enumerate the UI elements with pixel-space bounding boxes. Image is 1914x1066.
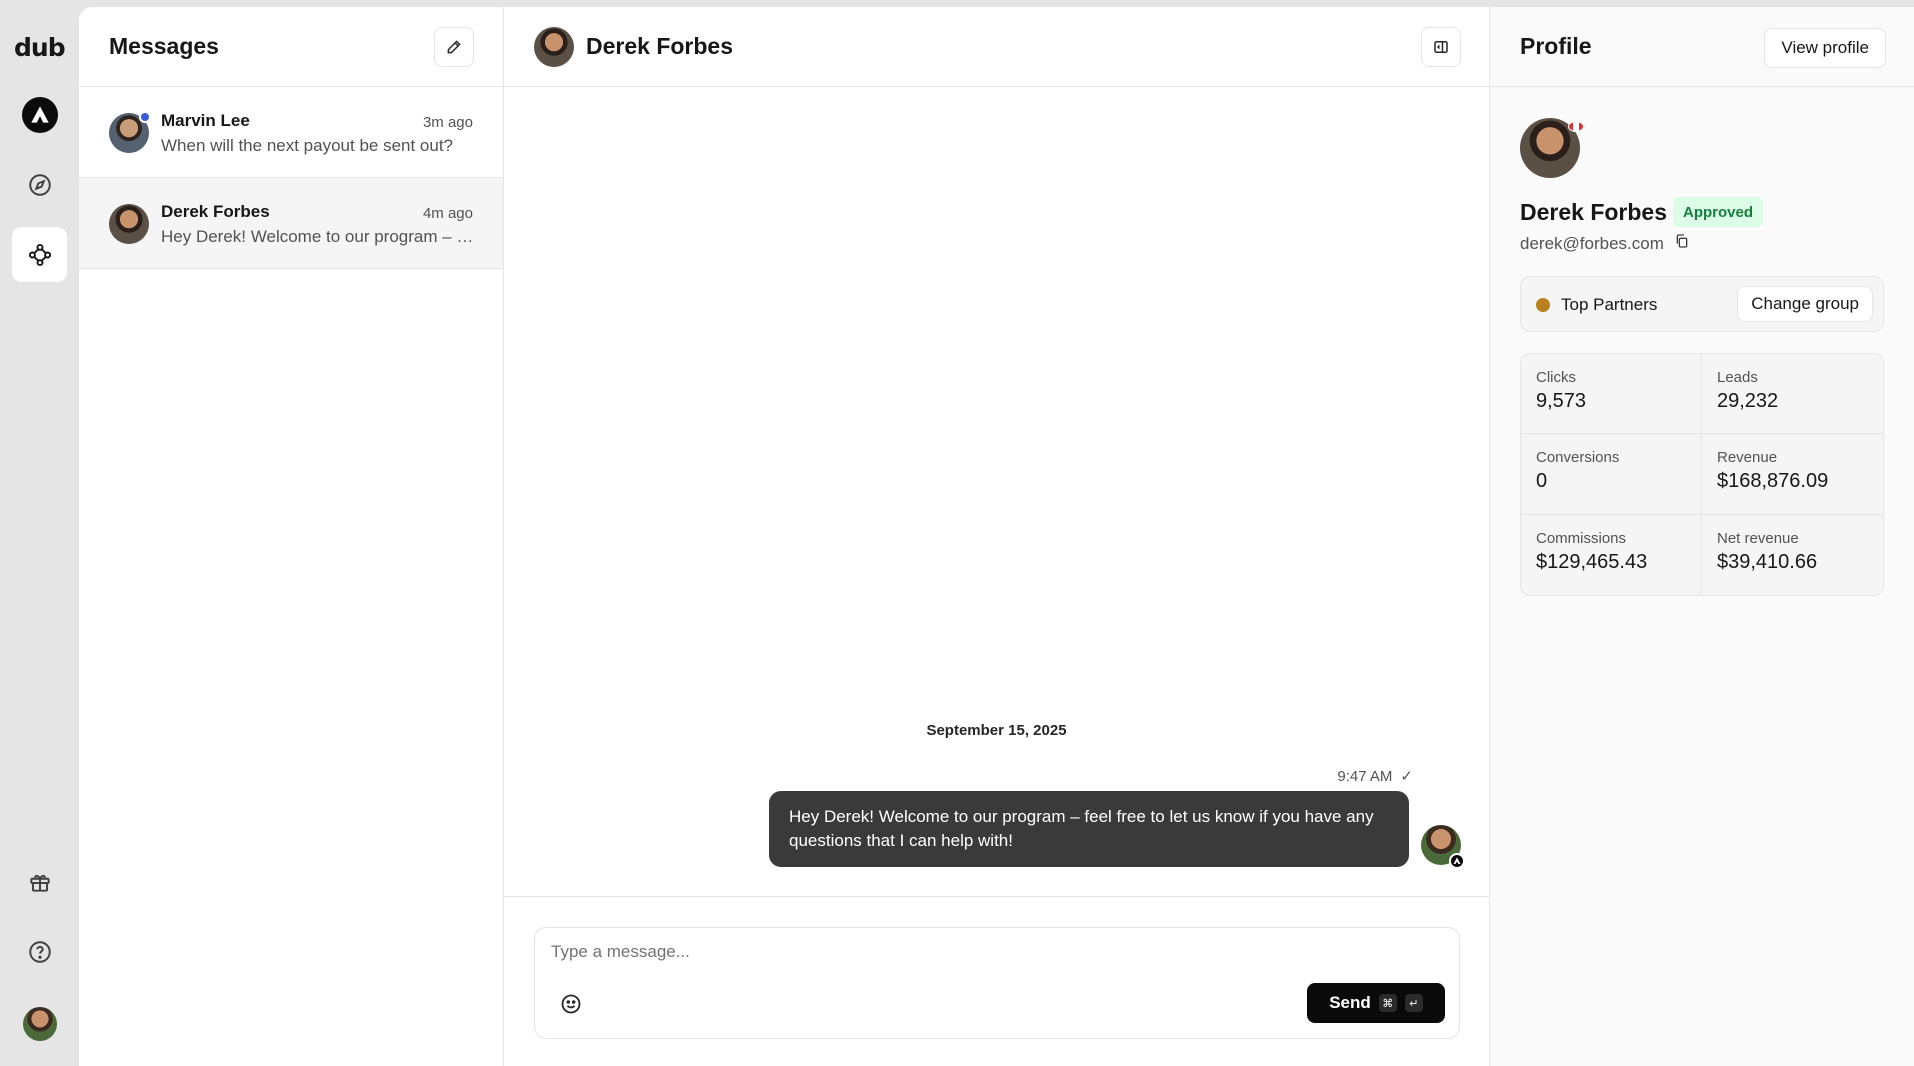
emoji-button[interactable] xyxy=(559,992,583,1016)
rail-help-button[interactable] xyxy=(12,924,67,979)
stat-label: Clicks xyxy=(1536,369,1576,386)
rail-user-menu[interactable] xyxy=(12,996,67,1051)
read-check-icon: ✓ xyxy=(1400,768,1413,785)
stat-value: $168,876.09 xyxy=(1717,470,1829,493)
stat-label: Leads xyxy=(1717,369,1758,386)
chat-panel: Derek Forbes September 15, 2025 9:47 AM … xyxy=(504,7,1490,1066)
stat-value: 29,232 xyxy=(1717,390,1779,412)
help-icon xyxy=(28,940,51,963)
group-name: Top Partners xyxy=(1561,295,1658,314)
profile-panel: Profile View profile Derek Forbes Approv… xyxy=(1490,7,1914,1066)
messages-header: Messages xyxy=(79,7,503,87)
stat-value: 9,573 xyxy=(1536,390,1587,412)
change-group-button[interactable]: Change group xyxy=(1737,286,1873,322)
partner-group-card: Top Partners Change group xyxy=(1520,276,1884,332)
stat-label: Conversions xyxy=(1536,449,1620,467)
thread-name: Marvin Lee xyxy=(161,111,250,130)
stat-label: Commissions xyxy=(1536,529,1627,547)
rail-program-button[interactable] xyxy=(12,157,67,212)
stat-value: $129,465.43 xyxy=(1536,550,1648,573)
app-rail: dub xyxy=(0,0,79,1066)
view-profile-button[interactable]: View profile xyxy=(1764,28,1886,68)
enter-key-icon: ↵ xyxy=(1404,994,1423,1012)
stat-leads: Leads 29,232 xyxy=(1702,354,1883,435)
stat-revenue: Revenue $168,876.09 xyxy=(1702,434,1883,515)
gift-icon xyxy=(29,874,50,892)
pencil-icon xyxy=(447,40,461,54)
profile-email-row: derek@forbes.com xyxy=(1520,233,1690,254)
rail-gift-button[interactable] xyxy=(12,854,67,909)
thread-avatar xyxy=(109,204,149,244)
message-meta: 9:47 AM ✓ xyxy=(1337,767,1413,786)
network-icon xyxy=(28,243,51,266)
main-window: Messages Marvin Lee 3m ago When will the… xyxy=(79,7,1914,1066)
workspace-avatar-icon xyxy=(21,96,58,133)
partner-stats-grid: Clicks 9,573 Leads 29,232 Conversions 0 … xyxy=(1520,353,1884,596)
stat-label: Revenue xyxy=(1717,449,1778,467)
message-composer: Send ⌘ ↵ xyxy=(534,927,1460,1039)
message-input[interactable] xyxy=(551,942,1431,962)
profile-header: Profile View profile xyxy=(1490,7,1914,87)
thread-time: 3m ago xyxy=(422,114,473,131)
compose-button[interactable] xyxy=(434,27,474,67)
profile-name: Derek Forbes xyxy=(1520,199,1668,225)
thread-preview: When will the next payout be sent out? xyxy=(161,136,454,155)
send-label: Send xyxy=(1329,993,1371,1012)
stat-value: 0 xyxy=(1536,470,1548,493)
send-button[interactable]: Send ⌘ ↵ xyxy=(1307,983,1445,1023)
compass-icon xyxy=(28,173,51,196)
stat-clicks: Clicks 9,573 xyxy=(1521,354,1702,435)
stat-value: $39,410.66 xyxy=(1717,550,1818,573)
rail-partners-button[interactable] xyxy=(12,227,67,282)
command-key-icon: ⌘ xyxy=(1378,994,1397,1012)
copy-email-button[interactable] xyxy=(1674,233,1690,254)
stat-conversions: Conversions 0 xyxy=(1521,434,1702,515)
date-separator: September 15, 2025 xyxy=(926,722,1067,739)
status-badge: Approved xyxy=(1673,197,1764,227)
chat-partner-avatar xyxy=(534,27,574,67)
unread-indicator xyxy=(139,111,151,123)
stat-commissions: Commissions $129,465.43 xyxy=(1521,514,1702,595)
messages-panel: Messages Marvin Lee 3m ago When will the… xyxy=(79,7,504,1066)
stat-label: Net revenue xyxy=(1717,529,1799,547)
chat-partner-name: Derek Forbes xyxy=(586,33,734,59)
message-bubble: Hey Derek! Welcome to our program – feel… xyxy=(769,791,1409,867)
thread-time: 4m ago xyxy=(422,205,473,222)
dub-logo[interactable]: dub xyxy=(14,33,66,62)
thread-name: Derek Forbes xyxy=(161,202,270,221)
sender-workspace-badge xyxy=(1449,853,1465,869)
profile-title: Profile xyxy=(1520,33,1592,59)
user-avatar xyxy=(22,1006,57,1041)
canada-flag-icon xyxy=(1568,121,1584,132)
chat-header: Derek Forbes xyxy=(504,7,1489,87)
message-time: 9:47 AM xyxy=(1337,767,1393,785)
thread-preview: Hey Derek! Welcome to our program – feel… xyxy=(161,227,474,246)
copy-icon xyxy=(1676,234,1688,248)
messages-title: Messages xyxy=(109,33,219,59)
profile-email: derek@forbes.com xyxy=(1520,233,1664,253)
thread-item-selected[interactable]: Derek Forbes 4m ago Hey Derek! Welcome t… xyxy=(79,178,503,269)
emoji-icon xyxy=(561,994,581,1014)
sidebar-toggle-icon xyxy=(1434,41,1448,53)
group-color-dot xyxy=(1536,298,1550,312)
workspace-switcher[interactable] xyxy=(12,87,67,142)
thread-item[interactable]: Marvin Lee 3m ago When will the next pay… xyxy=(79,87,503,178)
toggle-profile-panel-button[interactable] xyxy=(1421,27,1461,67)
stat-net-revenue: Net revenue $39,410.66 xyxy=(1702,515,1883,595)
composer-area: Send ⌘ ↵ xyxy=(504,896,1489,1066)
